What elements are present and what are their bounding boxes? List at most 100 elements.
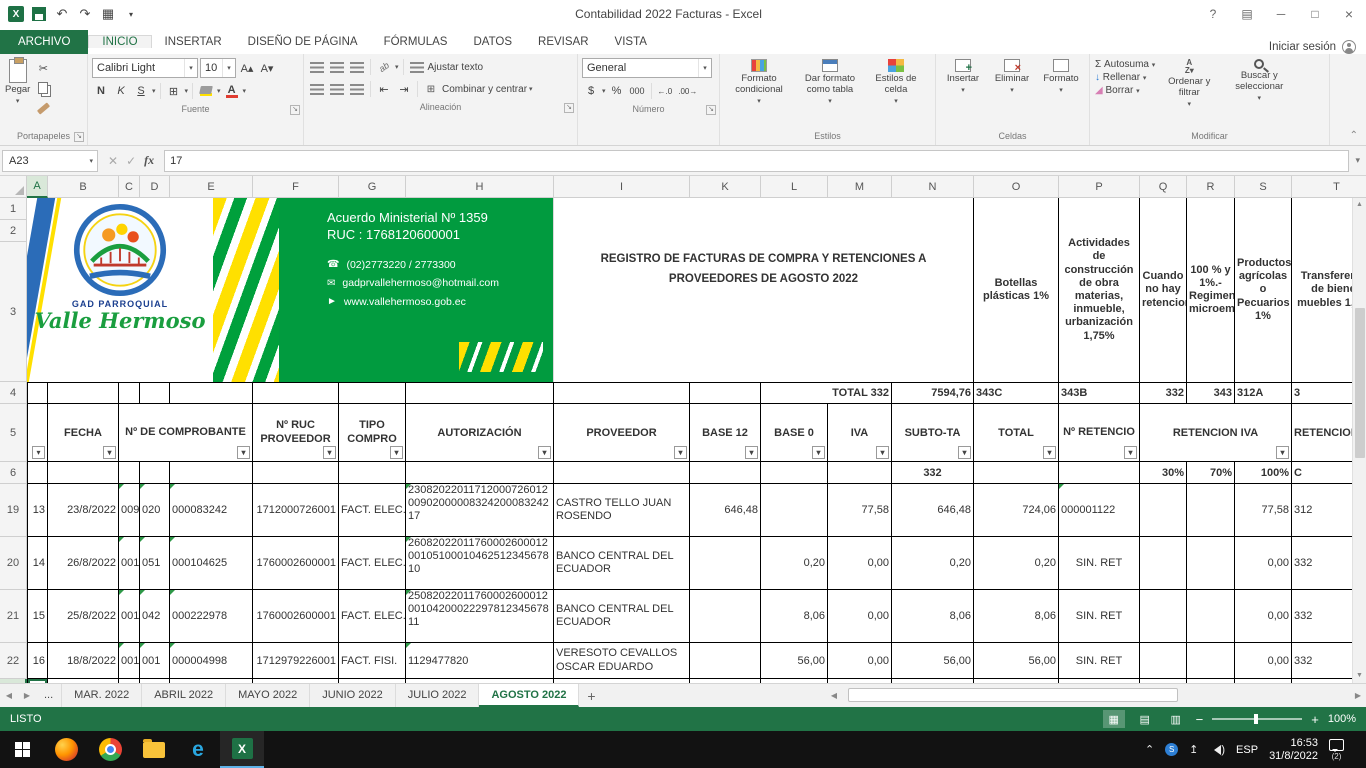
cell-I22[interactable]: VERESOTO CEVALLOS OSCAR EDUARDO: [554, 643, 690, 679]
fill-color-button[interactable]: [197, 82, 215, 100]
increase-font-size-button[interactable]: A▴: [238, 59, 256, 77]
collapse-ribbon-button[interactable]: ⌃: [1350, 130, 1358, 141]
cell-N6[interactable]: 332: [892, 462, 974, 484]
wrap-text-label[interactable]: Ajustar texto: [428, 62, 484, 73]
delete-cells-button[interactable]: × Eliminar▾: [987, 56, 1037, 98]
cell-G21[interactable]: FACT. ELEC.: [339, 590, 406, 643]
sort-filter-button[interactable]: AZ▾ Ordenar y filtrar▾: [1157, 56, 1221, 112]
cell-B21[interactable]: 25/8/2022: [48, 590, 119, 643]
column-header-I[interactable]: I: [554, 176, 690, 198]
cell-D23[interactable]: [140, 679, 170, 683]
column-header-G[interactable]: G: [339, 176, 406, 198]
cell-L4[interactable]: TOTAL 332: [761, 382, 892, 404]
row-header-19[interactable]: 19: [0, 484, 27, 537]
row-header-4[interactable]: 4: [0, 382, 27, 404]
cell-M21[interactable]: 0,00: [828, 590, 892, 643]
font-size-combo[interactable]: 10▾: [200, 58, 236, 78]
scroll-up-icon[interactable]: ▲: [1356, 198, 1363, 212]
alignment-dialog-launcher[interactable]: ↘: [564, 103, 574, 113]
cell-A5[interactable]: ▾: [27, 404, 48, 462]
column-header-Q[interactable]: Q: [1140, 176, 1187, 198]
format-painter-button[interactable]: [34, 99, 52, 117]
sheet-tab-julio-2022[interactable]: JULIO 2022: [396, 684, 480, 707]
cell-A22[interactable]: 16: [27, 643, 48, 679]
number-dialog-launcher[interactable]: ↘: [706, 105, 716, 115]
taskbar-explorer-icon[interactable]: [132, 731, 176, 768]
cell-C23[interactable]: [119, 679, 140, 683]
row-header-5[interactable]: 5: [0, 404, 27, 462]
minimize-button[interactable]: ─: [1264, 0, 1298, 28]
orientation-button[interactable]: ab: [375, 58, 393, 76]
cell-K20[interactable]: [690, 537, 761, 590]
cell-I6[interactable]: [554, 462, 690, 484]
underline-button[interactable]: S: [132, 82, 150, 100]
save-button[interactable]: [29, 4, 49, 24]
cell-P1[interactable]: Actividades de construcción de obra mate…: [1059, 198, 1140, 382]
format-cells-button[interactable]: Formato▾: [1037, 56, 1085, 98]
cell-B22[interactable]: 18/8/2022: [48, 643, 119, 679]
cell-Q6[interactable]: 30%: [1140, 462, 1187, 484]
cell-O21[interactable]: 8,06: [974, 590, 1059, 643]
cell-L5[interactable]: BASE 0▾: [761, 404, 828, 462]
cell-A4[interactable]: [27, 382, 48, 404]
row-header-21[interactable]: 21: [0, 590, 27, 643]
wrap-text-button[interactable]: [408, 58, 426, 76]
cell-F21[interactable]: 1760002600001: [253, 590, 339, 643]
cell-G6[interactable]: [339, 462, 406, 484]
cancel-button[interactable]: ✕: [108, 154, 118, 168]
cell-A6[interactable]: [27, 462, 48, 484]
cell-O22[interactable]: 56,00: [974, 643, 1059, 679]
cell-B20[interactable]: 26/8/2022: [48, 537, 119, 590]
cell-N23[interactable]: 0,00: [892, 679, 974, 683]
cell-L23[interactable]: [761, 679, 828, 683]
scroll-down-icon[interactable]: ▼: [1356, 669, 1363, 683]
paste-button[interactable]: Pegar▾: [3, 56, 32, 109]
cell-R23[interactable]: [1187, 679, 1235, 683]
cell-B19[interactable]: 23/8/2022: [48, 484, 119, 537]
sign-in[interactable]: Iniciar sesión: [1269, 40, 1366, 54]
ribbon-tab-insertar[interactable]: INSERTAR: [152, 36, 235, 48]
cell-H22[interactable]: 1129477820: [406, 643, 554, 679]
cell-O5[interactable]: TOTAL▾: [974, 404, 1059, 462]
sheet-tab-mar-2022[interactable]: MAR. 2022: [62, 684, 142, 707]
cell-M5[interactable]: IVA▾: [828, 404, 892, 462]
cell-N4[interactable]: 7594,76: [892, 382, 974, 404]
cell-I1[interactable]: REGISTRO DE FACTURAS DE COMPRA Y RETENCI…: [554, 198, 974, 382]
column-header-F[interactable]: F: [253, 176, 339, 198]
borders-button[interactable]: ⊞: [165, 82, 183, 100]
increase-indent-button[interactable]: ⇥: [395, 80, 413, 98]
cell-H6[interactable]: [406, 462, 554, 484]
ribbon-tab-vista[interactable]: VISTA: [602, 36, 660, 48]
filter-button-O5[interactable]: ▾: [1043, 446, 1056, 459]
cell-F23[interactable]: [253, 679, 339, 683]
insert-function-button[interactable]: fx: [144, 153, 154, 168]
filter-button-H5[interactable]: ▾: [538, 446, 551, 459]
cell-C20[interactable]: 001: [119, 537, 140, 590]
cell-M6[interactable]: [828, 462, 892, 484]
cell-G20[interactable]: FACT. ELEC.: [339, 537, 406, 590]
cell-P4[interactable]: 343B: [1059, 382, 1140, 404]
cell-S22[interactable]: 0,00: [1235, 643, 1292, 679]
decrease-indent-button[interactable]: ⇤: [375, 80, 393, 98]
language-indicator[interactable]: ESP: [1236, 744, 1258, 756]
cell-R21[interactable]: [1187, 590, 1235, 643]
sheet-nav-left-icon[interactable]: ◀: [0, 684, 18, 707]
cell-E4[interactable]: [170, 382, 253, 404]
cell-Q4[interactable]: 332: [1140, 382, 1187, 404]
cell-E19[interactable]: 000083242: [170, 484, 253, 537]
cell-K23[interactable]: [690, 679, 761, 683]
filter-button-C5[interactable]: ▾: [237, 446, 250, 459]
cell-Q19[interactable]: [1140, 484, 1187, 537]
row-header-2[interactable]: 2: [0, 220, 27, 242]
filter-button-P5[interactable]: ▾: [1124, 446, 1137, 459]
action-center-icon[interactable]: (2): [1329, 739, 1344, 761]
font-dialog-launcher[interactable]: ↘: [290, 105, 300, 115]
row-header-22[interactable]: 22: [0, 643, 27, 679]
cell-L22[interactable]: 56,00: [761, 643, 828, 679]
cut-button[interactable]: ✂: [34, 59, 52, 77]
sheet-tab-mayo-2022[interactable]: MAYO 2022: [226, 684, 310, 707]
cell-I4[interactable]: [554, 382, 690, 404]
cell-H21[interactable]: 2508202201176000260001200104200022297812…: [406, 590, 554, 643]
cell-A1[interactable]: GAD PARROQUIAL Valle Hermoso Acuerdo Min…: [27, 198, 554, 382]
clear-button[interactable]: ◢ Borrar ▾: [1095, 85, 1140, 96]
